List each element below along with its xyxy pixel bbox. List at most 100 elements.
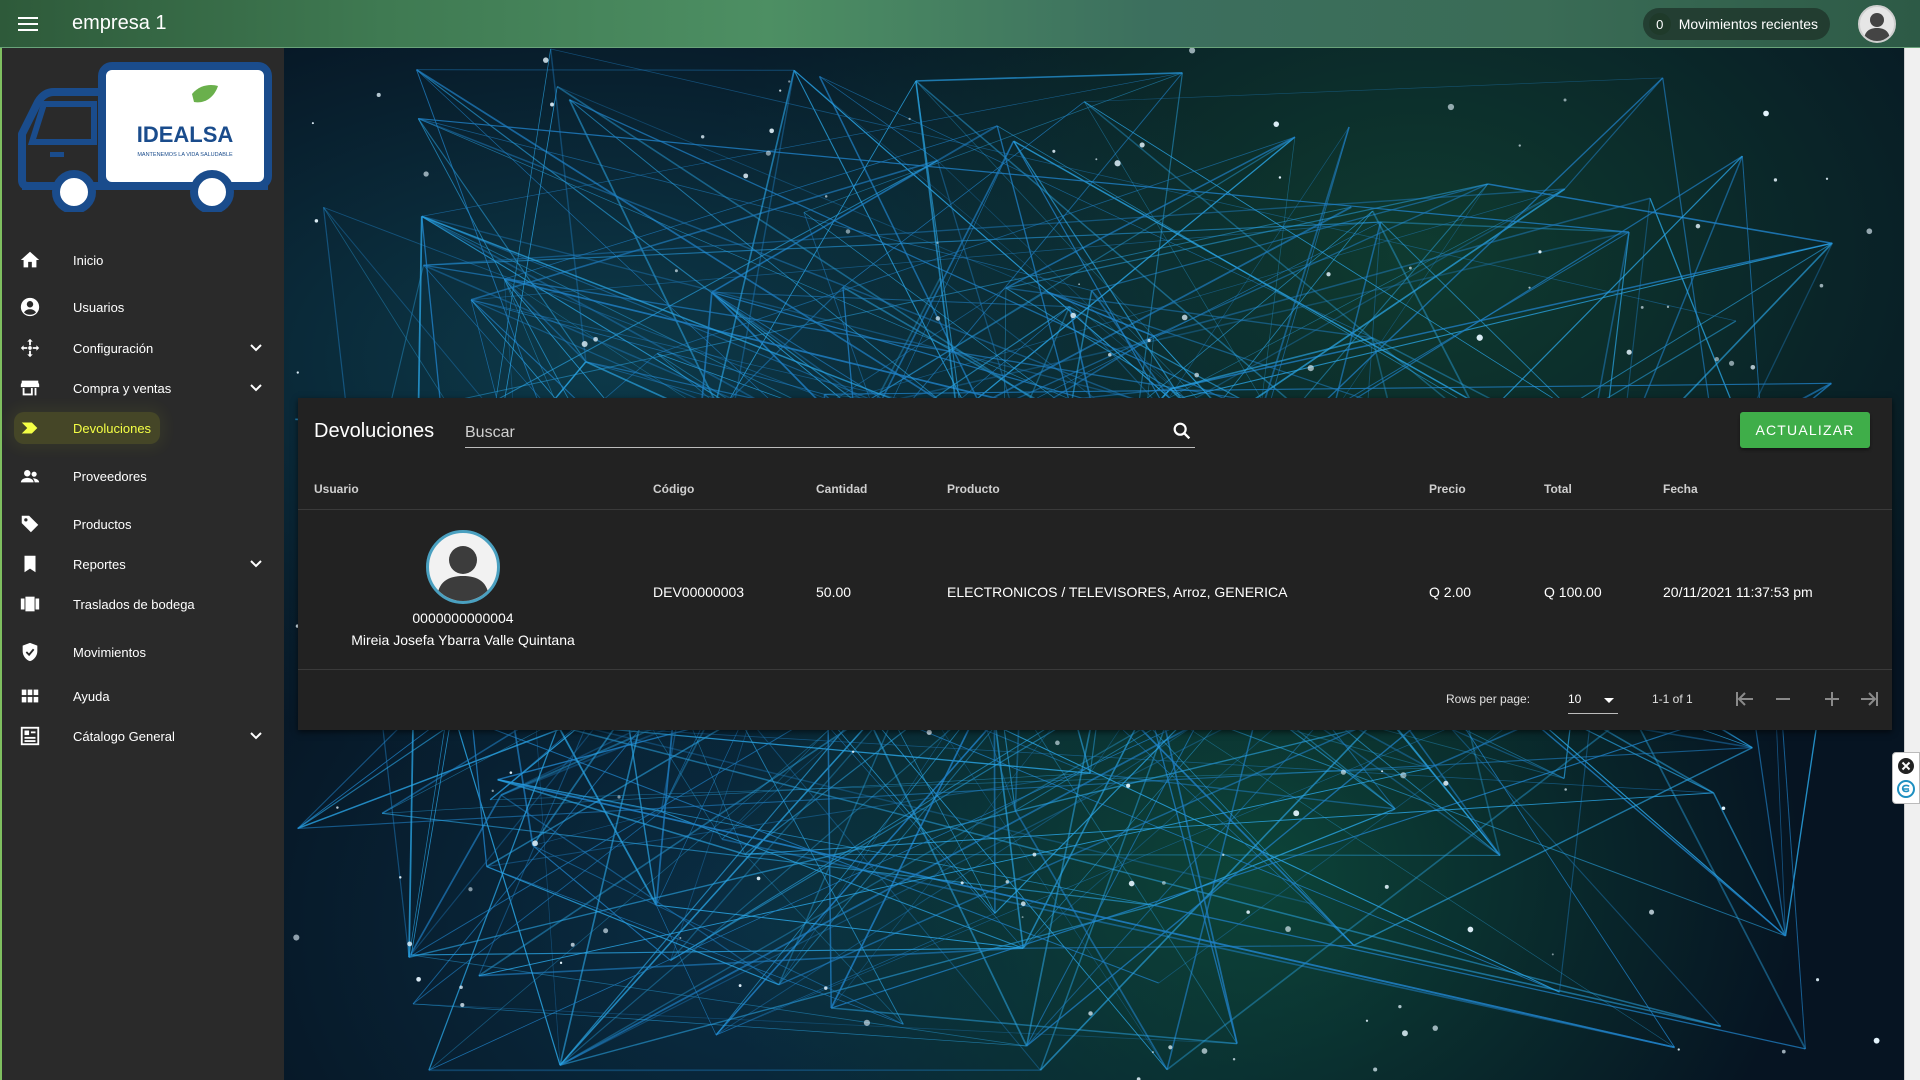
sidebar-item-compra-ventas[interactable]: Compra y ventas (2, 366, 286, 410)
sidebar-item-reportes[interactable]: Reportes (2, 542, 286, 586)
network-line (1564, 77, 1664, 190)
network-node (311, 122, 314, 125)
top-app-bar: empresa 1 0 Movimientos recientes (0, 0, 1920, 48)
column-header-producto[interactable]: Producto (947, 482, 1000, 496)
column-header-total[interactable]: Total (1544, 482, 1572, 496)
sidebar-item-productos[interactable]: Productos (2, 502, 286, 546)
network-line (715, 912, 996, 1036)
network-node (1750, 364, 1756, 370)
search-field (465, 414, 1195, 448)
recent-movements-chip[interactable]: 0 Movimientos recientes (1642, 8, 1830, 40)
chevron-down-icon (250, 344, 262, 352)
sidebar-item-label: Reportes (73, 556, 126, 572)
search-input[interactable] (465, 414, 1195, 447)
search-icon[interactable] (1171, 420, 1193, 442)
network-line (1353, 944, 1721, 1028)
user-code: 0000000000004 (412, 610, 514, 626)
network-node (1340, 769, 1346, 775)
network-node (1095, 158, 1098, 161)
sidebar-item-devoluciones[interactable]: Devoluciones (2, 406, 286, 450)
network-line (711, 291, 855, 410)
network-node (1781, 1049, 1786, 1054)
network-line (824, 382, 1832, 395)
sidebar-item-label: Ayuda (73, 688, 110, 704)
network-node (1365, 1019, 1369, 1022)
sidebar-item-label: Inicio (73, 252, 104, 268)
company-logo: IDEALSA MANTENEMOS LA VIDA SALUDABLE (14, 62, 276, 214)
network-node (1677, 1048, 1680, 1051)
network-node (1626, 349, 1632, 355)
network-node (336, 806, 339, 809)
tag-icon (18, 512, 42, 536)
network-node (756, 876, 761, 881)
cell-codigo: DEV00000003 (653, 584, 745, 600)
sidebar-item-configuracion[interactable]: Configuración (2, 326, 286, 370)
last-page-icon[interactable] (1856, 686, 1882, 712)
network-node (1139, 142, 1145, 148)
refresh-button[interactable]: ACTUALIZAR (1740, 412, 1870, 448)
network-line (803, 72, 1183, 213)
column-header-usuario[interactable]: Usuario (314, 482, 359, 496)
network-node (509, 771, 513, 774)
network-node (936, 241, 939, 244)
next-page-icon[interactable] (1819, 686, 1845, 712)
network-line (486, 866, 904, 1025)
first-page-icon[interactable] (1732, 686, 1758, 712)
network-node (1070, 312, 1076, 319)
home-icon (18, 248, 42, 272)
close-icon[interactable] (1898, 758, 1914, 774)
network-node (1222, 853, 1225, 857)
network-node (423, 171, 429, 177)
menu-icon[interactable] (14, 12, 42, 36)
network-node (1246, 910, 1250, 914)
page-scrollbar[interactable] (1904, 48, 1920, 1080)
previous-page-icon[interactable] (1770, 686, 1796, 712)
network-node (845, 229, 851, 234)
column-header-cantidad[interactable]: Cantidad (816, 482, 867, 496)
network-line (423, 221, 1381, 266)
network-node (1728, 360, 1735, 366)
sidebar-item-usuarios[interactable]: Usuarios (2, 285, 286, 329)
network-node (1201, 1048, 1208, 1054)
network-node (532, 840, 538, 847)
network-node (1866, 228, 1873, 235)
network-node (1126, 783, 1131, 788)
sidebar-item-inicio[interactable]: Inicio (2, 238, 286, 282)
sidebar-item-label: Productos (73, 516, 132, 532)
label-arrow-icon (18, 416, 42, 440)
network-node (1052, 149, 1056, 153)
network-node (1564, 788, 1567, 791)
extension-e-icon[interactable] (1897, 780, 1915, 798)
network-node (1384, 884, 1389, 889)
column-header-precio[interactable]: Precio (1429, 482, 1466, 496)
network-node (1021, 916, 1024, 919)
network-node (1161, 880, 1166, 885)
cell-fecha: 20/11/2021 11:37:53 pm (1663, 584, 1813, 600)
sidebar-item-traslados[interactable]: Traslados de bodega (2, 582, 286, 626)
sidebar-nav: Inicio Usuarios Configuración Compra y v… (2, 238, 286, 766)
sidebar-item-proveedores[interactable]: Proveedores (2, 454, 286, 498)
network-node (581, 341, 588, 347)
user-avatar[interactable] (1858, 5, 1896, 43)
network-node (1443, 780, 1449, 786)
column-header-codigo[interactable]: Código (653, 482, 694, 496)
table-row[interactable]: 0000000000004 Mireia Josefa Ybarra Valle… (298, 510, 1892, 670)
devoluciones-card: Devoluciones ACTUALIZAR Usuario Código C… (298, 398, 1892, 730)
network-node (1293, 810, 1300, 817)
logo-brand-text: IDEALSA (137, 122, 234, 147)
sidebar-item-ayuda[interactable]: Ayuda (2, 674, 286, 718)
rows-per-page-select[interactable]: 10 (1568, 684, 1618, 714)
network-line (478, 767, 1430, 977)
network-line (486, 772, 1091, 868)
network-node (1108, 352, 1112, 357)
sidebar-item-catalogo[interactable]: Cátalogo General (2, 714, 286, 758)
sidebar-item-movimientos[interactable]: Movimientos (2, 630, 286, 674)
network-node (1401, 1030, 1408, 1037)
table-header: Usuario Código Cantidad Producto Precio … (298, 462, 1892, 510)
column-header-fecha[interactable]: Fecha (1663, 482, 1698, 496)
network-node (1825, 177, 1829, 180)
sidebar: IDEALSA MANTENEMOS LA VIDA SALUDABLE Ini… (0, 48, 284, 1080)
network-node (1432, 1025, 1438, 1031)
network-node (1476, 334, 1483, 341)
user-name: Mireia Josefa Ybarra Valle Quintana (351, 632, 575, 648)
